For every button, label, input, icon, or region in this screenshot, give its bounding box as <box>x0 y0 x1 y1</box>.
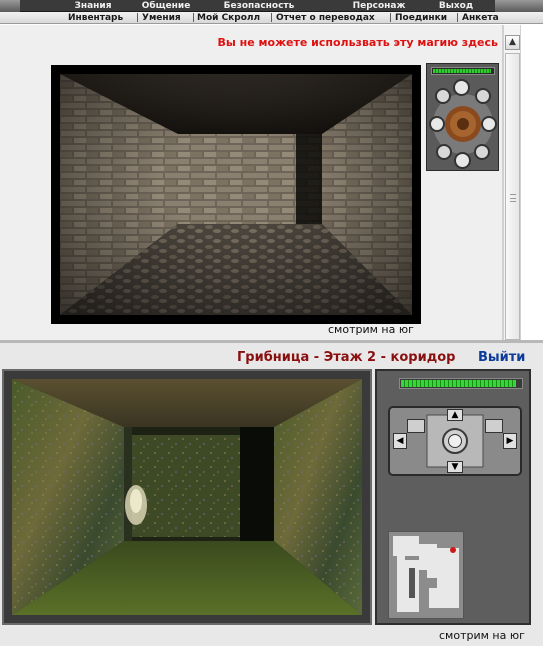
game-window: Знания Общение Безопасность Персонаж Вых… <box>0 0 543 646</box>
lower-view-direction: смотрим на юг <box>439 629 525 642</box>
lower-hp-bar <box>399 378 523 389</box>
menu-left-decoration <box>0 0 20 12</box>
submenu-item-transfer-report[interactable]: Отчет о переводах <box>276 12 375 24</box>
strafe-left-button[interactable] <box>429 116 445 132</box>
strafe-left-arrow-icon[interactable]: ◀ <box>393 433 407 449</box>
lower-hp-fill <box>401 380 517 387</box>
dungeon-side-panel: ▲ ▼ ◀ ▶ <box>375 369 531 625</box>
dungeon-view-mushroom <box>2 369 372 625</box>
dungeon-view-stone <box>51 65 421 324</box>
menu-item-knowledge[interactable]: Знания <box>58 0 128 12</box>
turn-right-icon[interactable] <box>485 419 503 433</box>
menu-right-decoration <box>495 0 543 12</box>
turn-left-button[interactable] <box>435 88 451 104</box>
upper-hp-fill <box>433 69 492 73</box>
navigation-pad: ▲ ▼ ◀ ▶ <box>387 405 523 477</box>
submenu-separator: | <box>270 13 274 23</box>
scrollbar-grip-icon <box>510 194 516 202</box>
menu-item-communication[interactable]: Общение <box>128 0 204 12</box>
menu-item-character[interactable]: Персонаж <box>340 0 418 12</box>
menu-item-logout[interactable]: Выход <box>426 0 486 12</box>
submenu-separator: | <box>389 13 393 23</box>
submenu-item-inventory[interactable]: Инвентарь <box>68 12 123 24</box>
mushroom-corridor-image <box>12 379 362 615</box>
move-forward-button[interactable] <box>453 79 470 96</box>
location-title: Грибница - Этаж 2 - коридор <box>237 350 456 365</box>
turn-left-icon[interactable] <box>407 419 425 433</box>
rotate-left-button[interactable] <box>436 144 452 160</box>
stone-corridor-image <box>60 74 412 315</box>
move-back-arrow-icon[interactable]: ▼ <box>447 461 463 473</box>
move-back-button[interactable] <box>454 152 471 169</box>
strafe-right-arrow-icon[interactable]: ▶ <box>503 433 517 449</box>
scroll-up-arrow-icon[interactable]: ▲ <box>505 35 520 50</box>
mini-map <box>388 531 464 619</box>
move-forward-arrow-icon[interactable]: ▲ <box>447 409 463 421</box>
upper-navigation-widget <box>426 63 499 171</box>
submenu-item-profile[interactable]: Анкета <box>462 12 499 24</box>
menu-item-security[interactable]: Безопасность <box>208 0 310 12</box>
upper-hp-bar <box>431 67 495 75</box>
submenu-separator: | <box>192 13 196 23</box>
upper-game-panel: Вы не можете использвать эту магию здесь <box>0 25 503 340</box>
scrollbar-thumb[interactable] <box>505 53 520 340</box>
submenu-separator: | <box>456 13 460 23</box>
upper-view-direction: смотрим на юг <box>328 323 414 336</box>
lower-game-panel: Грибница - Этаж 2 - коридор Выйти ▲ ▼ ◀ … <box>0 343 543 646</box>
rotate-right-button[interactable] <box>474 144 490 160</box>
submenu-item-my-scroll[interactable]: Мой Скролл <box>197 12 260 24</box>
mini-map-layout <box>389 532 463 618</box>
submenu-item-skills[interactable]: Умения <box>142 12 181 24</box>
character-submenu: Инвентарь | Умения | Мой Скролл | Отчет … <box>0 12 543 24</box>
refresh-icon[interactable] <box>448 434 462 448</box>
submenu-separator: | <box>136 13 140 23</box>
top-menu: Знания Общение Безопасность Персонаж Вых… <box>0 0 543 12</box>
submenu-item-duels[interactable]: Поединки <box>395 12 447 24</box>
exit-link[interactable]: Выйти <box>478 350 525 365</box>
strafe-right-button[interactable] <box>481 116 497 132</box>
magic-warning-message: Вы не можете использвать эту магию здесь <box>217 36 498 49</box>
turn-right-button[interactable] <box>475 88 491 104</box>
vertical-scrollbar[interactable]: ▲ <box>503 25 521 340</box>
